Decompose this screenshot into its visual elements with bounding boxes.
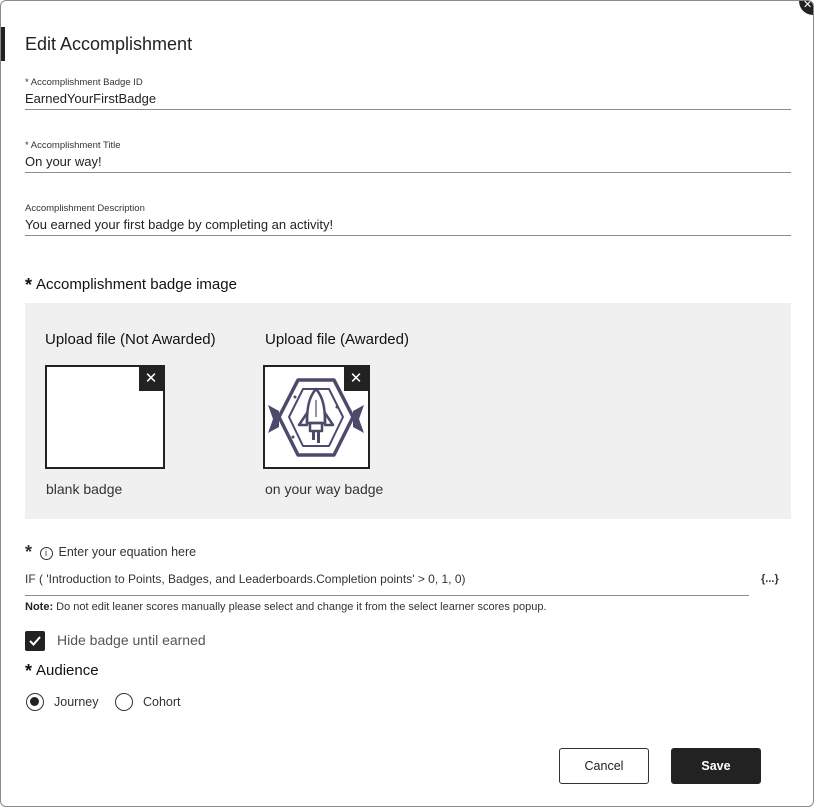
- remove-not-awarded-button[interactable]: ✕: [139, 367, 163, 391]
- not-awarded-thumbnail[interactable]: ✕: [45, 365, 165, 469]
- badge-upload-panel: Upload file (Not Awarded) ✕ blank badge …: [25, 303, 791, 519]
- badge-image-title: Accomplishment badge image: [36, 276, 237, 293]
- cohort-radio[interactable]: [115, 693, 133, 711]
- badge-id-input[interactable]: EarnedYourFirstBadge: [25, 89, 791, 109]
- accomplishment-title-input[interactable]: On your way!: [25, 152, 791, 172]
- equation-label-row: * i Enter your equation here: [25, 542, 196, 563]
- accomplishment-description-field[interactable]: Accomplishment Description You earned yo…: [25, 203, 791, 236]
- journey-label: Journey: [54, 695, 99, 709]
- awarded-thumbnail[interactable]: ✕: [263, 365, 370, 469]
- upload-not-awarded: Upload file (Not Awarded) ✕ blank badge: [45, 331, 216, 497]
- checkmark-icon: [29, 636, 41, 646]
- journey-radio[interactable]: [26, 693, 44, 711]
- equation-value[interactable]: IF ( 'Introduction to Points, Badges, an…: [25, 572, 466, 586]
- remove-awarded-button[interactable]: ✕: [344, 367, 368, 391]
- cancel-button[interactable]: Cancel: [559, 748, 649, 784]
- audience-title-row: * Audience: [25, 661, 99, 682]
- badge-image-section-title: * Accomplishment badge image: [25, 275, 237, 296]
- upload-not-awarded-heading: Upload file (Not Awarded): [45, 331, 216, 348]
- awarded-caption: on your way badge: [265, 481, 384, 497]
- required-mark: *: [25, 661, 33, 681]
- hide-badge-checkbox[interactable]: [25, 631, 45, 651]
- note-label: Note:: [25, 601, 54, 613]
- upload-awarded: Upload file (Awarded) ✕ on your way badg…: [263, 331, 409, 497]
- info-icon: i: [39, 547, 53, 560]
- badge-id-label: * Accomplishment Badge ID: [25, 77, 143, 88]
- accomplishment-title-field[interactable]: * Accomplishment Title On your way!: [25, 140, 791, 173]
- audience-title: Audience: [36, 662, 99, 679]
- badge-id-field[interactable]: * Accomplishment Badge ID EarnedYourFirs…: [25, 77, 791, 110]
- required-mark: *: [25, 275, 33, 295]
- title-accent-bar: [1, 27, 5, 61]
- edit-accomplishment-dialog: ✕ Edit Accomplishment * Accomplishment B…: [0, 0, 814, 807]
- save-button[interactable]: Save: [671, 748, 761, 784]
- hide-badge-label: Hide badge until earned: [57, 632, 206, 648]
- learner-scores-picker-button[interactable]: {...}: [761, 573, 779, 585]
- dialog-title: Edit Accomplishment: [25, 34, 193, 54]
- not-awarded-caption: blank badge: [46, 481, 123, 497]
- accomplishment-description-input[interactable]: You earned your first badge by completin…: [25, 215, 791, 235]
- upload-awarded-heading: Upload file (Awarded): [265, 331, 409, 348]
- equation-input[interactable]: IF ( 'Introduction to Points, Badges, an…: [25, 569, 749, 596]
- radio-selected-dot: [30, 697, 39, 706]
- required-mark: *: [25, 542, 33, 562]
- equation-note: Note: Do not edit leaner scores manually…: [25, 601, 547, 613]
- cohort-label: Cohort: [143, 695, 181, 709]
- accomplishment-title-label: * Accomplishment Title: [25, 140, 121, 151]
- accomplishment-description-label: Accomplishment Description: [25, 203, 145, 214]
- note-text: Do not edit leaner scores manually pleas…: [53, 601, 547, 613]
- equation-label: Enter your equation here: [58, 545, 197, 559]
- close-icon[interactable]: ✕: [799, 1, 813, 15]
